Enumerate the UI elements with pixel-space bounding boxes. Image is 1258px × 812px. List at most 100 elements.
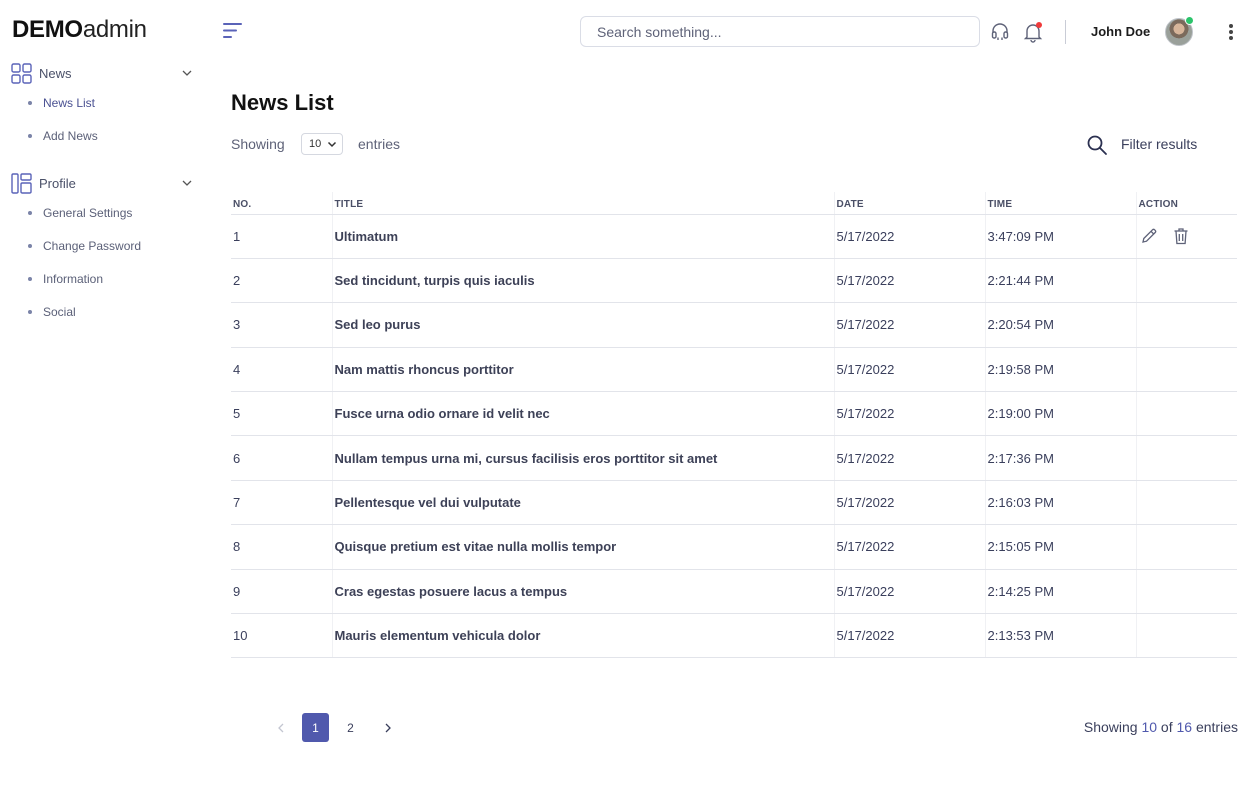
column-header-time[interactable]: TIME	[984, 192, 1136, 215]
column-header-action: ACTION	[1135, 192, 1237, 215]
row-title: Nullam tempus urna mi, cursus facilisis …	[331, 435, 834, 481]
logo-bold: DEMO	[12, 16, 83, 43]
row-number: 8	[231, 524, 332, 570]
row-date: 5/17/2022	[833, 391, 985, 437]
table-row[interactable]: 5 Fusce urna odio ornare id velit nec 5/17…	[231, 391, 1237, 437]
pagination-info-mid: of	[1160, 719, 1173, 735]
headset-icon[interactable]	[988, 20, 1012, 44]
bullet-icon	[28, 310, 32, 314]
entries-per-page-select[interactable]: 10	[301, 133, 343, 155]
bullet-icon	[28, 134, 32, 138]
row-title: Nam mattis rhoncus porttitor	[331, 347, 834, 393]
pagination-info-prefix: Showing	[1083, 719, 1138, 735]
sidebar-item-social[interactable]: Social	[28, 305, 76, 319]
pagination-page-1[interactable]: 1	[302, 713, 329, 742]
page-title: News List	[231, 90, 334, 115]
row-date: 5/17/2022	[833, 435, 985, 481]
row-date: 5/17/2022	[833, 347, 985, 393]
row-time: 2:17:36 PM	[984, 435, 1136, 481]
bell-icon[interactable]	[1021, 20, 1045, 44]
row-title: Sed tincidunt, turpis quis iaculis	[331, 258, 834, 304]
sidebar-group-label-news: News	[39, 65, 72, 81]
pagination-info-total: 16	[1176, 719, 1193, 735]
sidebar-item-add-news[interactable]: Add News	[28, 129, 98, 143]
pagination-info-count: 10	[1141, 719, 1158, 735]
bullet-icon	[28, 277, 32, 281]
sidebar-group-profile: Profile	[10, 172, 200, 194]
row-time: 2:19:00 PM	[984, 391, 1136, 437]
row-number: 4	[231, 347, 332, 393]
row-actions	[1135, 613, 1237, 659]
edit-pencil-icon[interactable]	[1139, 226, 1159, 246]
row-actions	[1135, 347, 1237, 393]
sidebar-group-header-news[interactable]: News	[10, 62, 200, 84]
table-row[interactable]: 3 Sed leo purus 5/17/2022 2:20:54 PM	[231, 302, 1237, 348]
row-title: Fusce urna odio ornare id velit nec	[331, 391, 834, 437]
table-row[interactable]: 2 Sed tincidunt, turpis quis iaculis 5/17/…	[231, 258, 1237, 304]
table-row[interactable]: 6 Nullam tempus urna mi, cursus facilisis…	[231, 435, 1237, 481]
row-number: 6	[231, 435, 332, 481]
table-row[interactable]: 10 Mauris elementum vehicula dolor 5/17/20…	[231, 613, 1237, 659]
pagination-info-suffix: entries	[1195, 719, 1238, 735]
search-input[interactable]	[580, 16, 980, 47]
row-date: 5/17/2022	[833, 480, 985, 526]
sidebar-item-label: Information	[43, 272, 104, 286]
pagination-prev-button[interactable]	[273, 720, 289, 736]
row-title: Sed leo purus	[331, 302, 834, 348]
table-row[interactable]: 1 Ultimatum 5/17/2022 3:47:09 PM	[231, 214, 1238, 259]
avatar[interactable]	[1165, 16, 1194, 46]
table-row[interactable]: 8 Quisque pretium est vitae nulla mollis …	[231, 524, 1237, 570]
row-time: 2:20:54 PM	[984, 302, 1136, 348]
sidebar-item-information[interactable]: Information	[28, 272, 103, 286]
table-row[interactable]: 7 Pellentesque vel dui vulputate 5/17/2022…	[231, 480, 1237, 526]
showing-label: Showing	[231, 136, 285, 152]
table-header-row: NO. TITLE DATE TIME ACTION	[231, 192, 1237, 215]
row-number: 3	[231, 302, 332, 348]
header-divider	[1065, 20, 1066, 44]
sidebar-group-header-profile[interactable]: Profile	[10, 172, 200, 194]
menu-toggle-icon[interactable]	[222, 21, 244, 41]
row-number: 10	[231, 613, 332, 659]
row-date: 5/17/2022	[833, 613, 985, 659]
row-date: 5/17/2022	[833, 258, 985, 304]
user-name[interactable]: John Doe	[1091, 24, 1150, 39]
row-date: 5/17/2022	[833, 569, 985, 615]
sidebar-item-news-list[interactable]: News List	[28, 96, 95, 110]
pagination-page-2[interactable]: 2	[337, 713, 364, 742]
row-actions	[1135, 569, 1237, 615]
delete-trash-icon[interactable]	[1171, 226, 1191, 246]
sidebar-item-general-settings[interactable]: General Settings	[28, 206, 132, 220]
entries-select-value: 10	[309, 138, 322, 150]
column-header-title[interactable]: TITLE	[331, 192, 834, 215]
sidebar-item-change-password[interactable]: Change Password	[28, 239, 141, 253]
bullet-icon	[28, 211, 32, 215]
pagination-next-button[interactable]	[380, 720, 396, 736]
row-title: Ultimatum	[331, 214, 834, 259]
column-header-no[interactable]: NO.	[231, 192, 332, 215]
app-logo[interactable]: DEMOadmin	[12, 16, 147, 44]
filter-results-button[interactable]: Filter results	[1121, 136, 1197, 152]
row-title: Mauris elementum vehicula dolor	[331, 613, 834, 659]
row-number: 1	[231, 214, 332, 259]
row-time: 2:21:44 PM	[984, 258, 1136, 304]
row-number: 5	[231, 391, 332, 437]
row-date: 5/17/2022	[833, 524, 985, 570]
sidebar-item-label: Add News	[43, 129, 98, 143]
sidebar-item-label: General Settings	[43, 206, 133, 220]
logo-light: admin	[82, 16, 147, 43]
row-actions	[1135, 302, 1237, 348]
row-number: 9	[231, 569, 332, 615]
sidebar-group-label-profile: Profile	[39, 175, 76, 191]
search-icon[interactable]	[1086, 134, 1108, 156]
row-time: 3:47:09 PM	[984, 214, 1136, 259]
row-title: Pellentesque vel dui vulputate	[331, 480, 834, 526]
table-row[interactable]: 4 Nam mattis rhoncus porttitor 5/17/2022 2:…	[231, 347, 1237, 393]
table-row[interactable]: 9 Cras egestas posuere lacus a tempus 5/17…	[231, 569, 1237, 615]
more-options-icon[interactable]	[1224, 21, 1238, 43]
row-actions	[1135, 214, 1238, 259]
row-time: 2:13:53 PM	[984, 613, 1136, 659]
row-actions	[1135, 480, 1237, 526]
sidebar-item-label: Social	[43, 305, 76, 319]
row-action-group	[1139, 226, 1238, 246]
column-header-date[interactable]: DATE	[833, 192, 985, 215]
